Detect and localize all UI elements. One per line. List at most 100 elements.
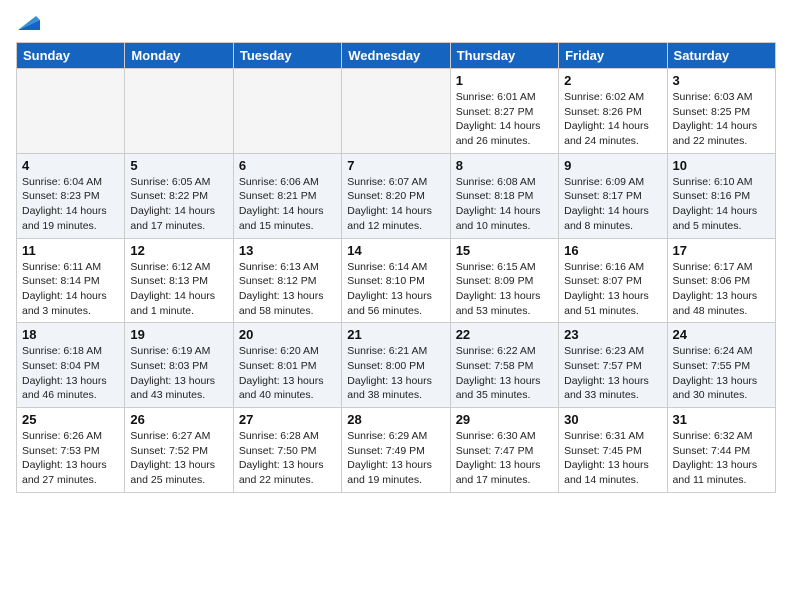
day-number: 11 [22, 243, 119, 258]
col-tuesday: Tuesday [233, 43, 341, 69]
table-row: 3 Sunrise: 6:03 AM Sunset: 8:25 PM Daylig… [667, 69, 775, 154]
day-number: 6 [239, 158, 336, 173]
day-info: Sunrise: 6:24 AM Sunset: 7:55 PM Dayligh… [673, 344, 770, 403]
day-number: 8 [456, 158, 553, 173]
day-info: Sunrise: 6:20 AM Sunset: 8:01 PM Dayligh… [239, 344, 336, 403]
table-row: 5 Sunrise: 6:05 AM Sunset: 8:22 PM Daylig… [125, 153, 233, 238]
table-row: 23 Sunrise: 6:23 AM Sunset: 7:57 PM Dayli… [559, 323, 667, 408]
table-row: 8 Sunrise: 6:08 AM Sunset: 8:18 PM Daylig… [450, 153, 558, 238]
day-number: 3 [673, 73, 770, 88]
page-header: General Blue [16, 16, 776, 30]
day-info: Sunrise: 6:11 AM Sunset: 8:14 PM Dayligh… [22, 260, 119, 319]
table-row: 25 Sunrise: 6:26 AM Sunset: 7:53 PM Dayli… [17, 408, 125, 493]
day-number: 24 [673, 327, 770, 342]
table-row: 16 Sunrise: 6:16 AM Sunset: 8:07 PM Dayli… [559, 238, 667, 323]
table-row [233, 69, 341, 154]
day-info: Sunrise: 6:22 AM Sunset: 7:58 PM Dayligh… [456, 344, 553, 403]
table-row: 2 Sunrise: 6:02 AM Sunset: 8:26 PM Daylig… [559, 69, 667, 154]
day-info: Sunrise: 6:21 AM Sunset: 8:00 PM Dayligh… [347, 344, 444, 403]
day-number: 29 [456, 412, 553, 427]
col-thursday: Thursday [450, 43, 558, 69]
table-row [342, 69, 450, 154]
table-row: 29Sunrise: 6:30 AM Sunset: 7:47 PM Dayli… [450, 408, 558, 493]
day-info: Sunrise: 6:14 AM Sunset: 8:10 PM Dayligh… [347, 260, 444, 319]
day-info: Sunrise: 6:02 AM Sunset: 8:26 PM Dayligh… [564, 90, 661, 149]
table-row: 22 Sunrise: 6:22 AM Sunset: 7:58 PM Dayli… [450, 323, 558, 408]
day-info: Sunrise: 6:28 AM Sunset: 7:50 PM Dayligh… [239, 429, 336, 488]
day-number: 10 [673, 158, 770, 173]
table-row: 18 Sunrise: 6:18 AM Sunset: 8:04 PM Dayli… [17, 323, 125, 408]
day-number: 13 [239, 243, 336, 258]
col-wednesday: Wednesday [342, 43, 450, 69]
day-info: Sunrise: 6:18 AM Sunset: 8:04 PM Dayligh… [22, 344, 119, 403]
logo: General Blue [16, 16, 116, 30]
day-info: Sunrise: 6:08 AM Sunset: 8:18 PM Dayligh… [456, 175, 553, 234]
day-number: 23 [564, 327, 661, 342]
day-number: 26 [130, 412, 227, 427]
day-number: 7 [347, 158, 444, 173]
day-number: 16 [564, 243, 661, 258]
day-number: 25 [22, 412, 119, 427]
table-row: 12Sunrise: 6:12 AM Sunset: 8:13 PM Dayli… [125, 238, 233, 323]
table-row: 6 Sunrise: 6:06 AM Sunset: 8:21 PM Daylig… [233, 153, 341, 238]
day-number: 2 [564, 73, 661, 88]
day-number: 1 [456, 73, 553, 88]
day-info: Sunrise: 6:06 AM Sunset: 8:21 PM Dayligh… [239, 175, 336, 234]
table-row: 10Sunrise: 6:10 AM Sunset: 8:16 PM Dayli… [667, 153, 775, 238]
table-row: 28Sunrise: 6:29 AM Sunset: 7:49 PM Dayli… [342, 408, 450, 493]
table-row: 20 Sunrise: 6:20 AM Sunset: 8:01 PM Dayli… [233, 323, 341, 408]
calendar-week-row: 11 Sunrise: 6:11 AM Sunset: 8:14 PM Dayli… [17, 238, 776, 323]
day-number: 21 [347, 327, 444, 342]
col-saturday: Saturday [667, 43, 775, 69]
day-info: Sunrise: 6:13 AM Sunset: 8:12 PM Dayligh… [239, 260, 336, 319]
day-number: 22 [456, 327, 553, 342]
col-monday: Monday [125, 43, 233, 69]
table-row: 21 Sunrise: 6:21 AM Sunset: 8:00 PM Dayli… [342, 323, 450, 408]
day-info: Sunrise: 6:19 AM Sunset: 8:03 PM Dayligh… [130, 344, 227, 403]
table-row: 17 Sunrise: 6:17 AM Sunset: 8:06 PM Dayli… [667, 238, 775, 323]
calendar-week-row: 25 Sunrise: 6:26 AM Sunset: 7:53 PM Dayli… [17, 408, 776, 493]
table-row: 24 Sunrise: 6:24 AM Sunset: 7:55 PM Dayli… [667, 323, 775, 408]
day-info: Sunrise: 6:26 AM Sunset: 7:53 PM Dayligh… [22, 429, 119, 488]
day-info: Sunrise: 6:29 AM Sunset: 7:49 PM Dayligh… [347, 429, 444, 488]
calendar-week-row: 18 Sunrise: 6:18 AM Sunset: 8:04 PM Dayli… [17, 323, 776, 408]
logo-wing-icon [18, 12, 40, 30]
table-row: 15 Sunrise: 6:15 AM Sunset: 8:09 PM Dayli… [450, 238, 558, 323]
col-friday: Friday [559, 43, 667, 69]
table-row: 9Sunrise: 6:09 AM Sunset: 8:17 PM Daylig… [559, 153, 667, 238]
table-row [125, 69, 233, 154]
day-number: 19 [130, 327, 227, 342]
day-info: Sunrise: 6:15 AM Sunset: 8:09 PM Dayligh… [456, 260, 553, 319]
day-number: 14 [347, 243, 444, 258]
calendar-week-row: 1 Sunrise: 6:01 AM Sunset: 8:27 PM Daylig… [17, 69, 776, 154]
day-number: 17 [673, 243, 770, 258]
table-row: 11 Sunrise: 6:11 AM Sunset: 8:14 PM Dayli… [17, 238, 125, 323]
day-number: 12 [130, 243, 227, 258]
table-row: 26 Sunrise: 6:27 AM Sunset: 7:52 PM Dayli… [125, 408, 233, 493]
calendar-week-row: 4 Sunrise: 6:04 AM Sunset: 8:23 PM Daylig… [17, 153, 776, 238]
day-info: Sunrise: 6:05 AM Sunset: 8:22 PM Dayligh… [130, 175, 227, 234]
day-number: 31 [673, 412, 770, 427]
day-number: 18 [22, 327, 119, 342]
table-row: 14 Sunrise: 6:14 AM Sunset: 8:10 PM Dayli… [342, 238, 450, 323]
day-info: Sunrise: 6:16 AM Sunset: 8:07 PM Dayligh… [564, 260, 661, 319]
day-number: 15 [456, 243, 553, 258]
day-number: 5 [130, 158, 227, 173]
day-info: Sunrise: 6:17 AM Sunset: 8:06 PM Dayligh… [673, 260, 770, 319]
col-sunday: Sunday [17, 43, 125, 69]
day-info: Sunrise: 6:03 AM Sunset: 8:25 PM Dayligh… [673, 90, 770, 149]
table-row: 13 Sunrise: 6:13 AM Sunset: 8:12 PM Dayli… [233, 238, 341, 323]
day-number: 30 [564, 412, 661, 427]
day-number: 20 [239, 327, 336, 342]
day-info: Sunrise: 6:04 AM Sunset: 8:23 PM Dayligh… [22, 175, 119, 234]
day-info: Sunrise: 6:01 AM Sunset: 8:27 PM Dayligh… [456, 90, 553, 149]
day-info: Sunrise: 6:23 AM Sunset: 7:57 PM Dayligh… [564, 344, 661, 403]
day-info: Sunrise: 6:27 AM Sunset: 7:52 PM Dayligh… [130, 429, 227, 488]
table-row: 30 Sunrise: 6:31 AM Sunset: 7:45 PM Dayli… [559, 408, 667, 493]
table-row: 4 Sunrise: 6:04 AM Sunset: 8:23 PM Daylig… [17, 153, 125, 238]
day-info: Sunrise: 6:31 AM Sunset: 7:45 PM Dayligh… [564, 429, 661, 488]
table-row: 19 Sunrise: 6:19 AM Sunset: 8:03 PM Dayli… [125, 323, 233, 408]
calendar-table: Sunday Monday Tuesday Wednesday Thursday… [16, 42, 776, 493]
day-number: 4 [22, 158, 119, 173]
table-row: 1 Sunrise: 6:01 AM Sunset: 8:27 PM Daylig… [450, 69, 558, 154]
